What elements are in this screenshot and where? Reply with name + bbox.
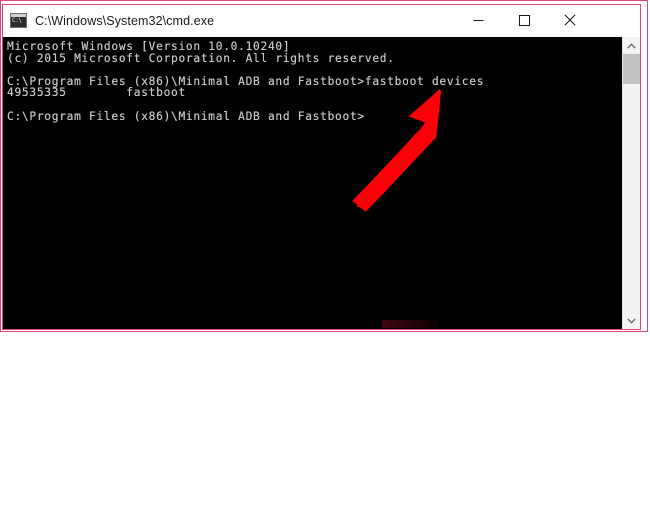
cmd-window: C:\ C:\Windows\System32\cmd.exe Microsof… (2, 4, 641, 330)
window-title: C:\Windows\System32\cmd.exe (35, 13, 215, 28)
scroll-thumb[interactable] (623, 54, 640, 84)
cmd-console-icon: C:\ (10, 13, 27, 28)
title-bar[interactable]: C:\ C:\Windows\System32\cmd.exe (3, 5, 640, 37)
maximize-button[interactable] (501, 5, 547, 35)
console-text: Microsoft Windows [Version 10.0.10240] (… (7, 40, 485, 123)
minimize-button[interactable] (455, 5, 501, 35)
cmd-icon-glyph: C:\ (12, 17, 22, 24)
bottom-smudge-artifact (382, 320, 438, 328)
chevron-down-icon[interactable] (623, 312, 640, 329)
console-scrollbar[interactable] (622, 37, 640, 329)
chevron-up-icon[interactable] (623, 37, 640, 54)
console-output-area[interactable]: Microsoft Windows [Version 10.0.10240] (… (3, 37, 640, 329)
close-button[interactable] (547, 5, 593, 35)
